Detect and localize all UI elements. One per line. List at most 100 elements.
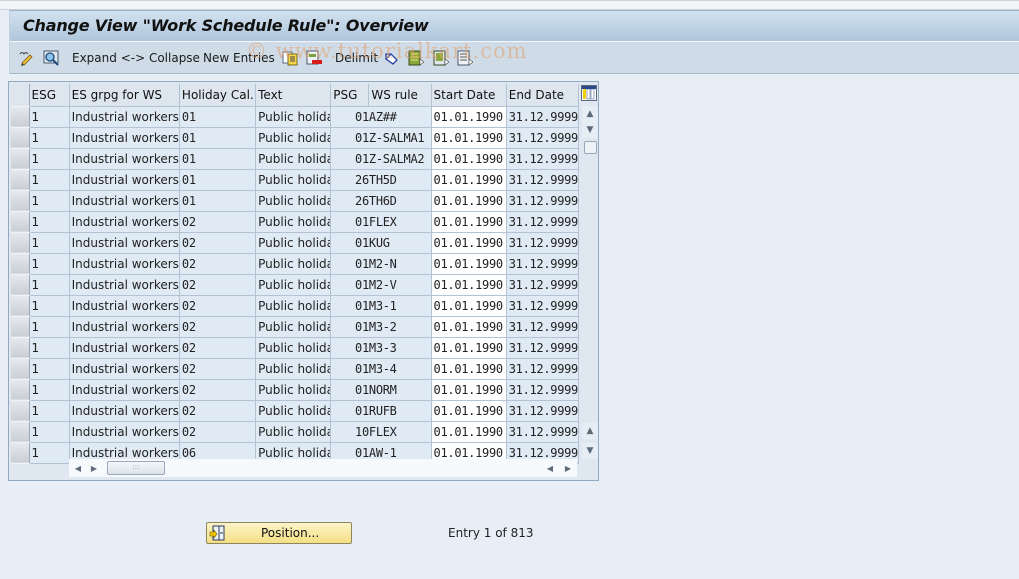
row-selector[interactable] (11, 148, 30, 170)
cell-holiday-cal: 01 (179, 169, 257, 191)
select-block-button[interactable] (433, 49, 449, 67)
scroll-left-end-button[interactable]: ◀ (543, 461, 557, 475)
row-selector[interactable] (11, 274, 30, 296)
table-row[interactable]: 1Industrial workers02Public holida…01KUG… (11, 232, 580, 254)
column-header-end-date[interactable]: End Date (506, 84, 580, 107)
column-header-start-date[interactable]: Start Date (431, 84, 507, 107)
row-selector[interactable] (11, 400, 30, 422)
column-header-ws-rule[interactable]: WS rule (368, 84, 432, 107)
cell-ws-rule: KUG (368, 232, 432, 254)
table-row[interactable]: 1Industrial workers01Public holida…26TH5… (11, 169, 580, 191)
column-header-text[interactable]: Text (255, 84, 332, 107)
arrow-left-icon: ◀ (546, 463, 554, 473)
cell-ws-rule: NORM (368, 379, 432, 401)
column-header-psg[interactable]: PSG (330, 84, 370, 107)
vertical-scroll-thumb[interactable] (584, 141, 597, 154)
expand-collapse-button[interactable]: Expand <-> Collapse (72, 49, 200, 67)
page-down-button[interactable]: ▼ (582, 443, 598, 459)
column-settings-button[interactable] (581, 85, 597, 101)
cell-start-date[interactable]: 01.01.1990 (431, 379, 507, 401)
table-row[interactable]: 1Industrial workers02Public holida…01M3-… (11, 337, 580, 359)
row-selector[interactable] (11, 127, 30, 149)
cell-start-date[interactable]: 01.01.1990 (431, 358, 507, 380)
cell-end-date: 31.12.9999 (506, 232, 580, 254)
cell-es-grpg: Industrial workers (69, 127, 180, 149)
table-row[interactable]: 1Industrial workers02Public holida…01M3-… (11, 316, 580, 338)
select-all-rows-cell[interactable] (11, 84, 30, 107)
column-header-esg[interactable]: ESG (29, 84, 70, 107)
scroll-left-button[interactable]: ◀ (71, 461, 85, 475)
table-row[interactable]: 1Industrial workers02Public holida…01M3-… (11, 295, 580, 317)
cell-start-date[interactable]: 01.01.1990 (431, 253, 507, 275)
cell-start-date[interactable]: 01.01.1990 (431, 274, 507, 296)
table-row[interactable]: 1Industrial workers01Public holida…26TH6… (11, 190, 580, 212)
table-row[interactable]: 1Industrial workers02Public holida…01RUF… (11, 400, 580, 422)
new-entries-button[interactable]: New Entries (203, 49, 275, 67)
title-bar: Change View "Work Schedule Rule": Overvi… (9, 10, 1019, 41)
table-row[interactable]: 1Industrial workers02Public holida…01M2-… (11, 253, 580, 275)
table-row[interactable]: 1Industrial workers02Public holida…01NOR… (11, 379, 580, 401)
row-selector[interactable] (11, 253, 30, 275)
select-all-button[interactable] (408, 49, 424, 67)
row-selector[interactable] (11, 316, 30, 338)
position-button[interactable]: Position... (206, 522, 352, 544)
row-selector[interactable] (11, 106, 30, 128)
row-selector[interactable] (11, 358, 30, 380)
cell-start-date[interactable]: 01.01.1990 (431, 337, 507, 359)
cell-start-date[interactable]: 01.01.1990 (431, 316, 507, 338)
delete-button[interactable] (306, 49, 322, 67)
cell-es-grpg: Industrial workers (69, 358, 180, 380)
cell-holiday-cal: 01 (179, 148, 257, 170)
cell-start-date[interactable]: 01.01.1990 (431, 295, 507, 317)
cell-holiday-cal: 01 (179, 127, 257, 149)
row-selector[interactable] (11, 442, 30, 464)
row-selector[interactable] (11, 379, 30, 401)
display-change-button[interactable] (19, 49, 35, 67)
cell-start-date[interactable]: 01.01.1990 (431, 232, 507, 254)
arrow-down-icon: ▼ (586, 446, 594, 456)
row-selector[interactable] (11, 190, 30, 212)
cell-es-grpg: Industrial workers (69, 295, 180, 317)
column-header-holiday-cal[interactable]: Holiday Cal... (179, 84, 257, 107)
row-selector[interactable] (11, 211, 30, 233)
table-row[interactable]: 1Industrial workers02Public holida…01M2-… (11, 274, 580, 296)
page-up-button[interactable]: ▲ (582, 423, 598, 439)
arrow-right-icon: ▶ (90, 463, 98, 473)
vertical-scrollbar[interactable]: ▲ ▼ (582, 106, 598, 138)
copy-as-button[interactable] (282, 49, 298, 67)
cell-start-date[interactable]: 01.01.1990 (431, 127, 507, 149)
table-row[interactable]: 1Industrial workers01Public holida…01Z-S… (11, 127, 580, 149)
table-row[interactable]: 1Industrial workers01Public holida…01AZ#… (11, 106, 580, 128)
table-row[interactable]: 1Industrial workers02Public holida…01M3-… (11, 358, 580, 380)
row-selector[interactable] (11, 295, 30, 317)
cell-es-grpg: Industrial workers (69, 316, 180, 338)
deselect-all-button[interactable] (457, 49, 473, 67)
table-row[interactable]: 1Industrial workers02Public holida…01FLE… (11, 211, 580, 233)
scroll-up-button[interactable]: ▲ (582, 106, 598, 122)
scroll-right-button[interactable]: ▶ (87, 461, 101, 475)
cell-start-date[interactable]: 01.01.1990 (431, 190, 507, 212)
cell-start-date[interactable]: 01.01.1990 (431, 106, 507, 128)
cell-ws-rule: TH5D (368, 169, 432, 191)
row-selector[interactable] (11, 421, 30, 443)
table-row[interactable]: 1Industrial workers01Public holida…01Z-S… (11, 148, 580, 170)
table-row[interactable]: 1Industrial workers02Public holida…10FLE… (11, 421, 580, 443)
column-header-es-grpg[interactable]: ES grpg for WS (69, 84, 180, 107)
cell-start-date[interactable]: 01.01.1990 (431, 421, 507, 443)
cell-start-date[interactable]: 01.01.1990 (431, 400, 507, 422)
cell-ws-rule: FLEX (368, 211, 432, 233)
scroll-right-end-button[interactable]: ▶ (561, 461, 575, 475)
scroll-down-button[interactable]: ▼ (582, 122, 598, 138)
row-selector[interactable] (11, 232, 30, 254)
cell-text: Public holida… (255, 337, 332, 359)
cell-start-date[interactable]: 01.01.1990 (431, 211, 507, 233)
undo-change-button[interactable] (384, 49, 400, 67)
cell-text: Public holida… (255, 316, 332, 338)
cell-start-date[interactable]: 01.01.1990 (431, 148, 507, 170)
find-button[interactable] (43, 49, 59, 67)
horizontal-scroll-thumb[interactable]: ::: (107, 461, 165, 475)
delimit-button[interactable]: Delimit (335, 49, 378, 67)
row-selector[interactable] (11, 169, 30, 191)
cell-start-date[interactable]: 01.01.1990 (431, 169, 507, 191)
row-selector[interactable] (11, 337, 30, 359)
